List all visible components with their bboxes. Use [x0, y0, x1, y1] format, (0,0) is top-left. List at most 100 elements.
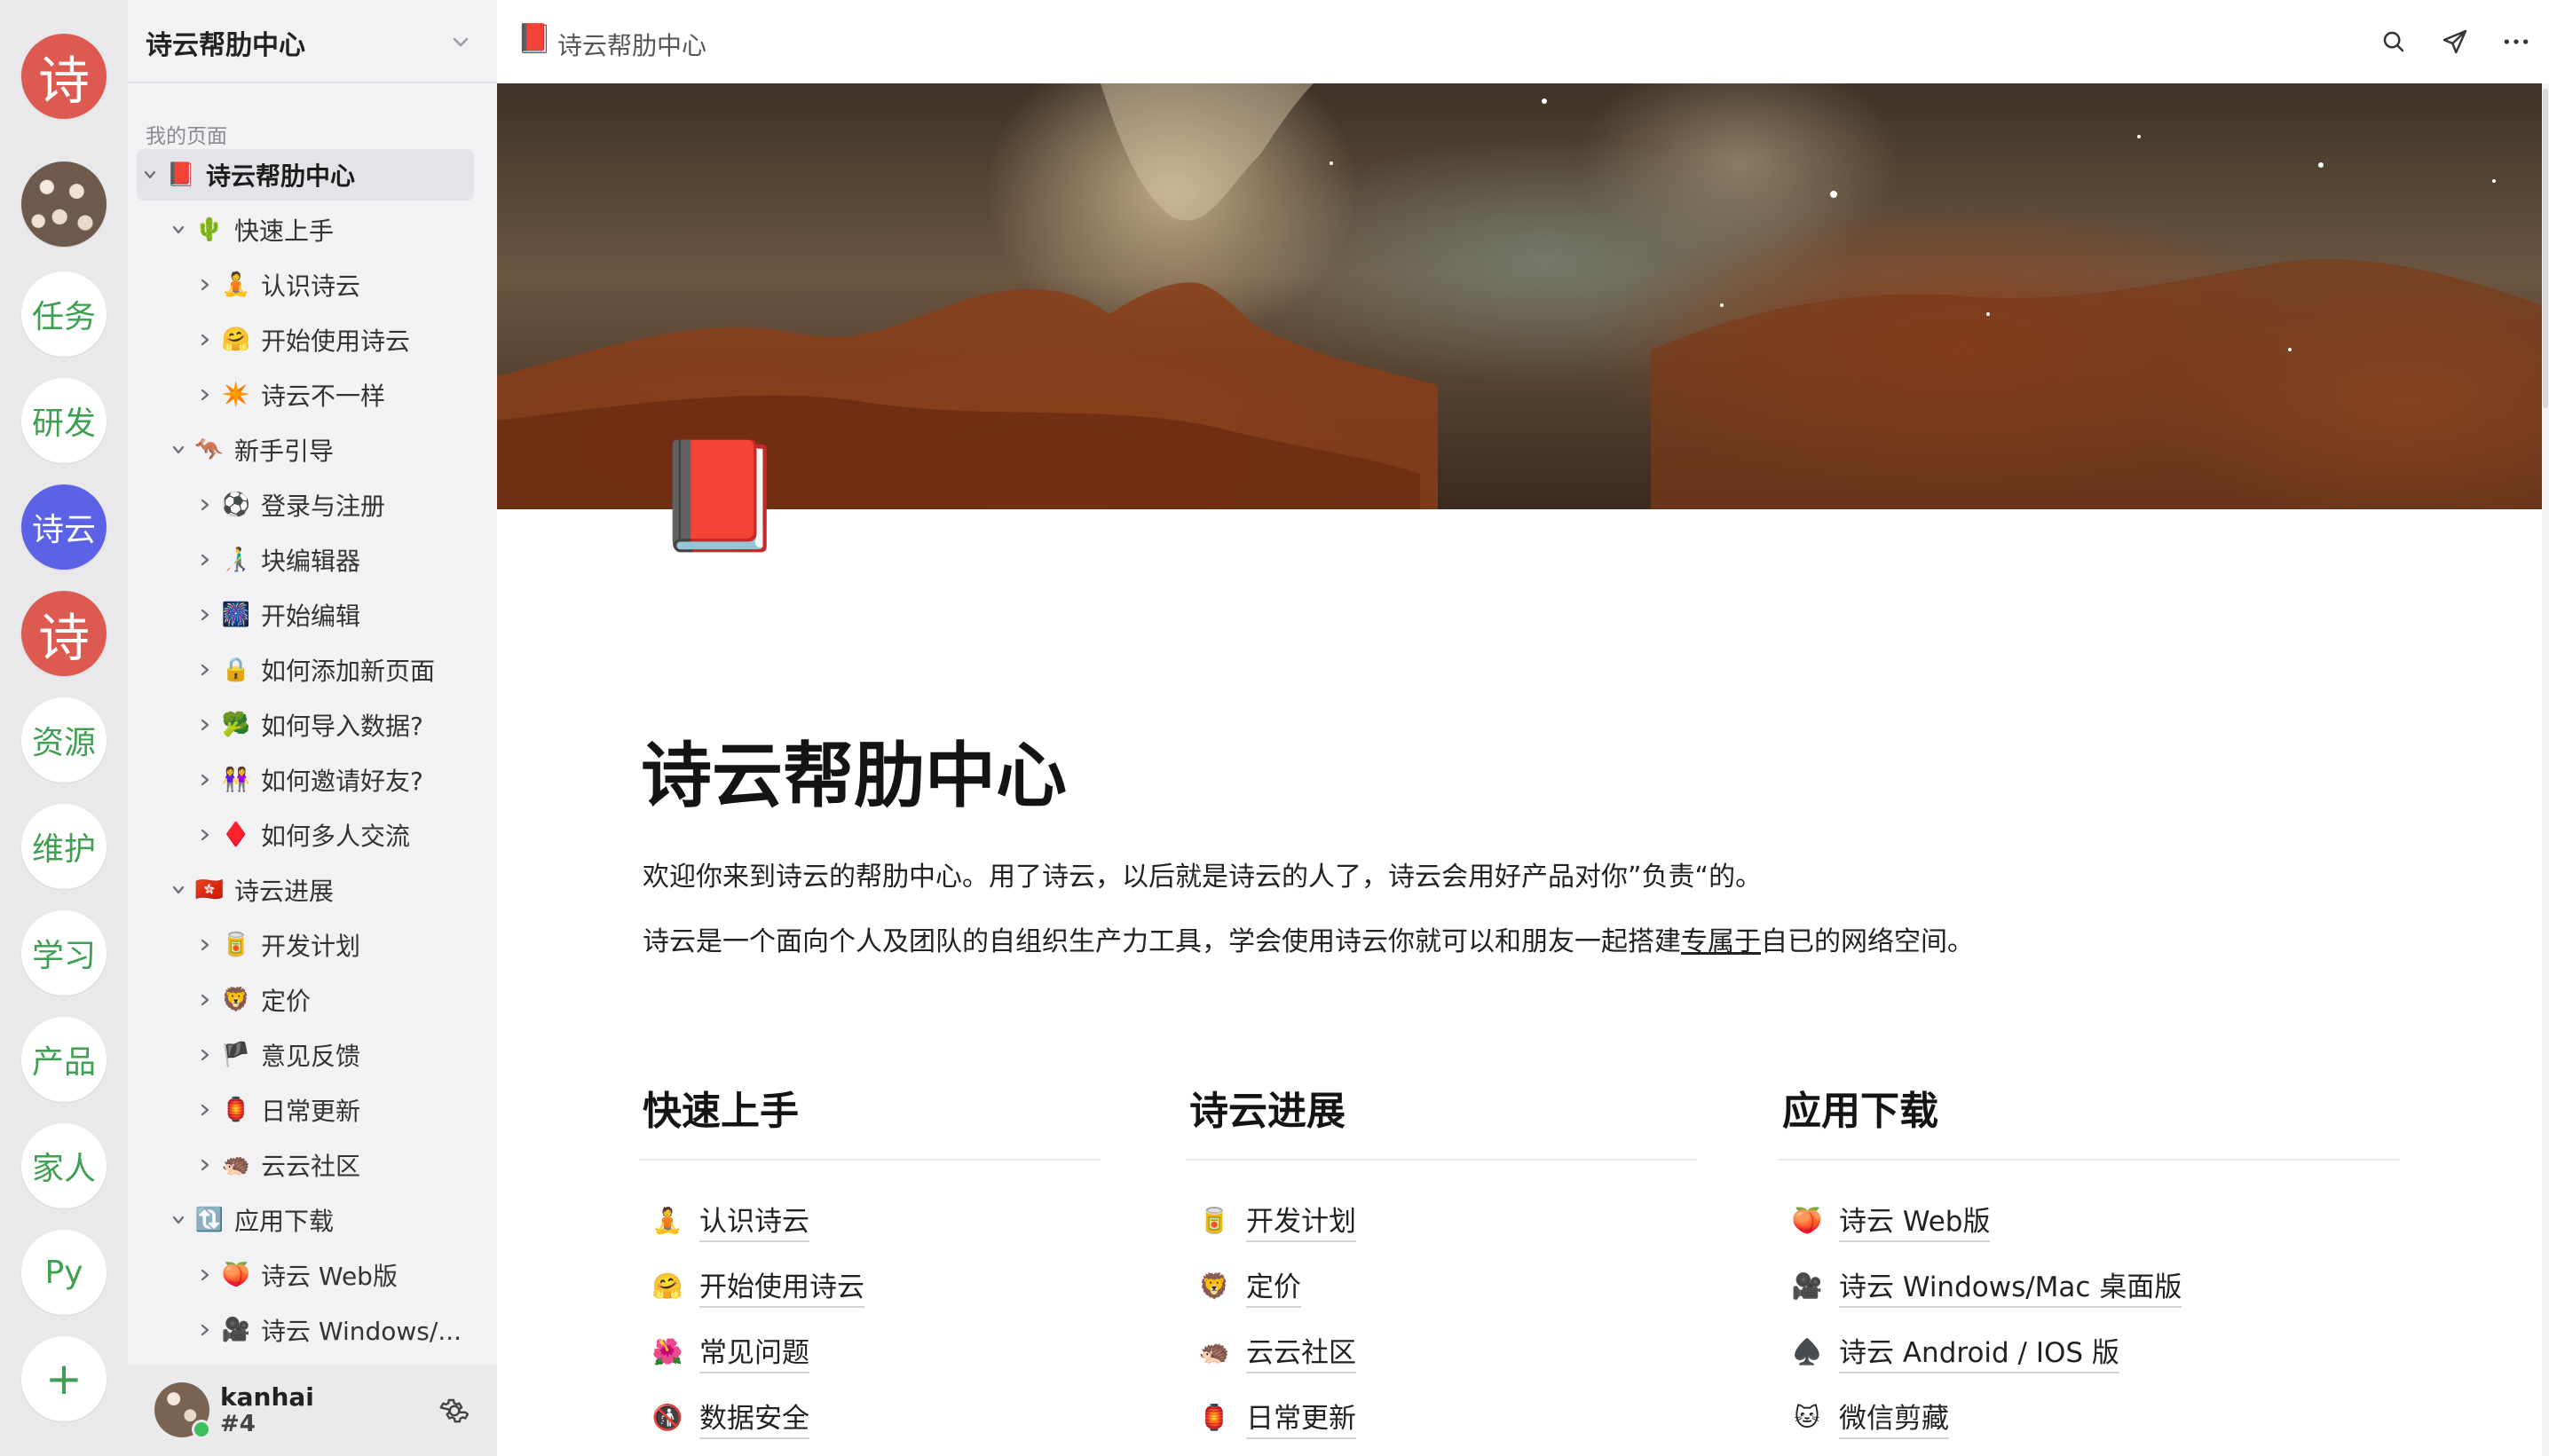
sidebar-item[interactable]: 🥫 开发计划: [192, 919, 483, 971]
sidebar-item[interactable]: 🤗 开始使用诗云: [192, 314, 483, 366]
page-link[interactable]: ♠️ 诗云 Android / IOS 版: [1791, 1318, 2182, 1384]
page-link[interactable]: 🚯 数据安全: [651, 1384, 864, 1450]
workspace-button[interactable]: 诗云: [21, 484, 107, 570]
chevron-down-icon[interactable]: [137, 167, 163, 183]
workspace-button[interactable]: 家人: [21, 1123, 107, 1208]
page-link-label[interactable]: 认识诗云: [699, 1199, 809, 1242]
sidebar-item[interactable]: ⚽ 登录与注册: [192, 479, 483, 531]
page-link[interactable]: 🧘 认识诗云: [651, 1187, 864, 1253]
cover-image[interactable]: [497, 83, 2542, 509]
page-link[interactable]: 🤗 开始使用诗云: [651, 1253, 864, 1318]
sidebar-item[interactable]: 🦁 定价: [192, 974, 483, 1026]
chevron-down-icon[interactable]: [165, 882, 192, 898]
page-link[interactable]: 🦔 云云社区: [1198, 1318, 1356, 1384]
sidebar-item[interactable]: 📕 诗云帮肋中心: [137, 149, 474, 201]
workspace-avatar[interactable]: [21, 161, 107, 247]
breadcrumb[interactable]: 诗云帮肋中心: [557, 27, 706, 62]
page-link[interactable]: 🏮 日常更新: [1198, 1384, 1356, 1450]
page-link-label[interactable]: 微信剪藏: [1839, 1396, 1949, 1439]
chevron-right-icon[interactable]: [192, 1322, 218, 1338]
scrollbar-thumb[interactable]: [2543, 89, 2548, 408]
page-emoji-icon: 🤗: [221, 327, 251, 353]
add-workspace-button[interactable]: +: [21, 1336, 107, 1421]
sidebar-item[interactable]: 🧘 认识诗云: [192, 259, 483, 311]
sidebar-item[interactable]: ✴️ 诗云不一样: [192, 369, 483, 421]
chevron-down-icon[interactable]: [451, 32, 470, 55]
sidebar-header[interactable]: 诗云帮肋中心: [128, 0, 497, 83]
sidebar-item[interactable]: 👨‍🦯 块编辑器: [192, 534, 483, 586]
workspace-button[interactable]: Py: [21, 1230, 107, 1315]
chevron-right-icon[interactable]: [192, 1047, 218, 1063]
column-heading[interactable]: 快速上手: [643, 1079, 799, 1134]
sidebar-item[interactable]: 🦔 云云社区: [192, 1139, 483, 1191]
chevron-right-icon[interactable]: [192, 332, 218, 348]
page-emoji-icon: 🍑: [1791, 1205, 1823, 1235]
chevron-down-icon[interactable]: [165, 442, 192, 458]
chevron-right-icon[interactable]: [192, 1102, 218, 1118]
chevron-right-icon[interactable]: [192, 662, 218, 678]
intro-paragraph-2[interactable]: 诗云是一个面向个人及团队的自组织生产力工具，学会使用诗云你就可以和朋友一起搭建专…: [643, 919, 1974, 958]
sidebar-item[interactable]: 🔃 应用下载: [165, 1194, 483, 1246]
chevron-right-icon[interactable]: [192, 992, 218, 1008]
sidebar-item[interactable]: 🔒 如何添加新页面: [192, 644, 483, 696]
workspace-button[interactable]: 学习: [21, 910, 107, 996]
sidebar-item-label: 诗云 Windows/...: [261, 1317, 462, 1346]
sidebar-item[interactable]: 🏮 日常更新: [192, 1084, 483, 1136]
chevron-right-icon[interactable]: [192, 772, 218, 788]
chevron-down-icon[interactable]: [165, 1212, 192, 1228]
workspace-button[interactable]: 产品: [21, 1017, 107, 1102]
page-link[interactable]: 🐱 微信剪藏: [1791, 1384, 2182, 1450]
more-icon[interactable]: [2498, 23, 2535, 60]
share-icon[interactable]: [2436, 23, 2474, 60]
page-link-label[interactable]: 数据安全: [699, 1396, 809, 1439]
page-link-label[interactable]: 定价: [1246, 1264, 1301, 1308]
sidebar-item[interactable]: ♦️ 如何多人交流: [192, 809, 483, 861]
page-link-label[interactable]: 开始使用诗云: [699, 1264, 864, 1308]
workspace-button[interactable]: 诗: [21, 34, 107, 119]
workspace-button[interactable]: 任务: [21, 272, 107, 357]
chevron-right-icon[interactable]: [192, 497, 218, 513]
chevron-right-icon[interactable]: [192, 552, 218, 568]
column-heading[interactable]: 应用下载: [1782, 1079, 1938, 1134]
page-link-label[interactable]: 开发计划: [1246, 1199, 1356, 1242]
page-link-label[interactable]: 诗云 Android / IOS 版: [1839, 1330, 2119, 1373]
sidebar-item[interactable]: 🎥 诗云 Windows/...: [192, 1304, 483, 1356]
sidebar-item[interactable]: 👭 如何邀请好友?: [192, 754, 483, 806]
workspace-button[interactable]: 维护: [21, 804, 107, 889]
chevron-right-icon[interactable]: [192, 277, 218, 293]
page-link-label[interactable]: 云云社区: [1246, 1330, 1356, 1373]
page-link-label[interactable]: 诗云 Windows/Mac 桌面版: [1839, 1264, 2182, 1308]
page-link-label[interactable]: 诗云 Web版: [1839, 1199, 1991, 1242]
gear-icon[interactable]: [438, 1395, 470, 1430]
sidebar-item[interactable]: 🇭🇰 诗云进展: [165, 864, 483, 916]
sidebar-item[interactable]: 🏴 意见反馈: [192, 1029, 483, 1081]
sidebar-item[interactable]: 🌵 快速上手: [165, 204, 483, 256]
workspace-button[interactable]: 诗: [21, 591, 107, 676]
workspace-button[interactable]: 研发: [21, 378, 107, 463]
chevron-right-icon[interactable]: [192, 827, 218, 843]
chevron-right-icon[interactable]: [192, 717, 218, 733]
column-heading[interactable]: 诗云进展: [1189, 1079, 1346, 1134]
chevron-right-icon[interactable]: [192, 1157, 218, 1173]
sidebar-item[interactable]: 🦘 新手引导: [165, 424, 483, 476]
page-link-label[interactable]: 常见问题: [699, 1330, 809, 1373]
workspace-button[interactable]: 资源: [21, 697, 107, 783]
page-link[interactable]: 🌺 常见问题: [651, 1318, 864, 1384]
sidebar-item[interactable]: 🍑 诗云 Web版: [192, 1249, 483, 1301]
chevron-right-icon[interactable]: [192, 387, 218, 403]
page-link-label[interactable]: 日常更新: [1246, 1396, 1356, 1439]
page-title[interactable]: 诗云帮肋中心: [641, 719, 1067, 822]
page-link[interactable]: 🥫 开发计划: [1198, 1187, 1356, 1253]
sidebar-item[interactable]: 🎆 开始编辑: [192, 589, 483, 641]
search-icon[interactable]: [2375, 23, 2412, 60]
intro-paragraph[interactable]: 欢迎你来到诗云的帮肋中心。用了诗云，以后就是诗云的人了，诗云会用好产品对你”负责…: [643, 854, 1762, 893]
page-link[interactable]: 🎥 诗云 Windows/Mac 桌面版: [1791, 1253, 2182, 1318]
page-icon[interactable]: 📕: [653, 444, 785, 550]
chevron-right-icon[interactable]: [192, 937, 218, 953]
chevron-right-icon[interactable]: [192, 607, 218, 623]
chevron-right-icon[interactable]: [192, 1267, 218, 1283]
page-link[interactable]: 🍑 诗云 Web版: [1791, 1187, 2182, 1253]
chevron-down-icon[interactable]: [165, 222, 192, 238]
page-link[interactable]: 🦁 定价: [1198, 1253, 1356, 1318]
sidebar-item[interactable]: 🥦 如何导入数据?: [192, 699, 483, 751]
